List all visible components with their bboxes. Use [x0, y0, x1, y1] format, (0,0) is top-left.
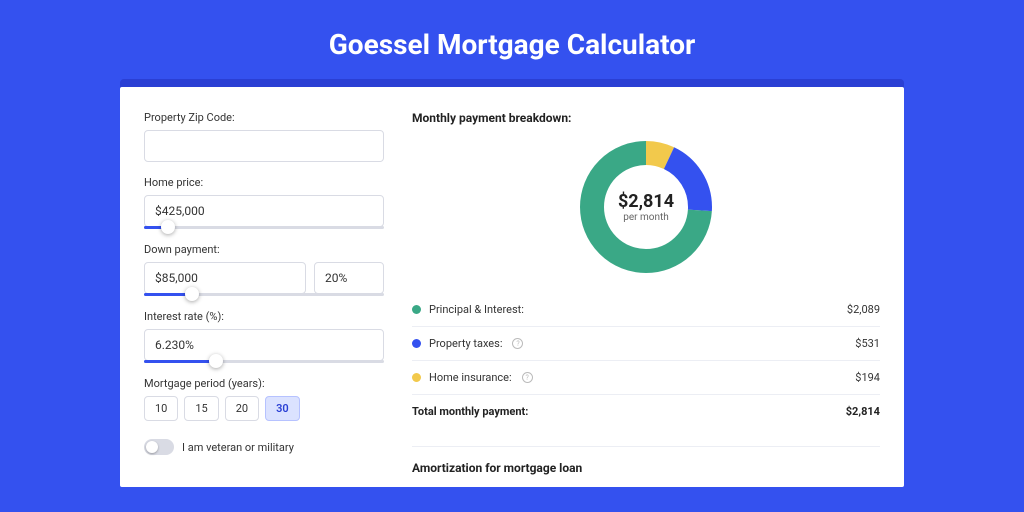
- veteran-toggle[interactable]: [144, 439, 174, 455]
- breakdown-title: Monthly payment breakdown:: [412, 111, 880, 125]
- down-field: Down payment:: [144, 243, 384, 296]
- price-field: Home price:: [144, 176, 384, 229]
- info-icon[interactable]: ?: [522, 372, 533, 383]
- rate-slider-thumb[interactable]: [209, 354, 223, 368]
- breakdown-panel: Monthly payment breakdown: $2,814 per mo…: [412, 111, 880, 487]
- amort-text: Amortization for a mortgage loan refers …: [412, 485, 880, 487]
- price-slider-thumb[interactable]: [161, 220, 175, 234]
- rate-field: Interest rate (%):: [144, 310, 384, 363]
- donut-wrap: $2,814 per month: [412, 139, 880, 275]
- card-shadow: Property Zip Code: Home price: Down paym…: [120, 79, 904, 487]
- legend-row-2: Home insurance:? $194: [412, 361, 880, 395]
- legend: Principal & Interest: $2,089 Property taxe…: [412, 293, 880, 395]
- price-label: Home price:: [144, 176, 384, 189]
- legend-value: $194: [855, 371, 880, 384]
- legend-row-1: Property taxes:? $531: [412, 327, 880, 361]
- period-btn-10[interactable]: 10: [144, 396, 178, 421]
- total-label: Total monthly payment:: [412, 405, 528, 418]
- total-row: Total monthly payment: $2,814: [412, 395, 880, 434]
- veteran-label: I am veteran or military: [182, 441, 294, 454]
- period-btn-20[interactable]: 20: [225, 396, 259, 421]
- down-slider[interactable]: [144, 293, 384, 296]
- donut-amount: $2,814: [618, 191, 674, 212]
- legend-label: Home insurance:: [429, 371, 512, 384]
- legend-dot: [412, 373, 421, 382]
- legend-label: Principal & Interest:: [429, 303, 524, 316]
- amort-title: Amortization for mortgage loan: [412, 446, 880, 475]
- rate-label: Interest rate (%):: [144, 310, 384, 323]
- legend-value: $531: [855, 337, 880, 350]
- calculator-card: Property Zip Code: Home price: Down paym…: [120, 87, 904, 487]
- period-buttons: 1015 2030: [144, 396, 384, 421]
- donut-sub: per month: [623, 212, 669, 223]
- page-title: Goessel Mortgage Calculator: [0, 0, 1024, 79]
- rate-slider[interactable]: [144, 360, 384, 363]
- price-slider[interactable]: [144, 226, 384, 229]
- period-btn-30[interactable]: 30: [265, 396, 300, 421]
- inputs-panel: Property Zip Code: Home price: Down paym…: [144, 111, 384, 487]
- period-btn-15[interactable]: 15: [184, 396, 218, 421]
- zip-label: Property Zip Code:: [144, 111, 384, 124]
- legend-value: $2,089: [847, 303, 880, 316]
- down-pct-input[interactable]: [314, 262, 384, 294]
- rate-input[interactable]: [144, 329, 384, 361]
- zip-input[interactable]: [144, 130, 384, 162]
- down-amount-input[interactable]: [144, 262, 306, 294]
- total-value: $2,814: [846, 405, 880, 418]
- donut-chart: $2,814 per month: [578, 139, 714, 275]
- period-field: Mortgage period (years): 1015 2030: [144, 377, 384, 421]
- zip-field: Property Zip Code:: [144, 111, 384, 162]
- legend-row-0: Principal & Interest: $2,089: [412, 293, 880, 327]
- down-slider-thumb[interactable]: [185, 287, 199, 301]
- legend-label: Property taxes:: [429, 337, 502, 350]
- period-label: Mortgage period (years):: [144, 377, 384, 390]
- legend-dot: [412, 339, 421, 348]
- price-input[interactable]: [144, 195, 384, 227]
- down-label: Down payment:: [144, 243, 384, 256]
- veteran-row: I am veteran or military: [144, 439, 384, 455]
- info-icon[interactable]: ?: [512, 338, 523, 349]
- legend-dot: [412, 305, 421, 314]
